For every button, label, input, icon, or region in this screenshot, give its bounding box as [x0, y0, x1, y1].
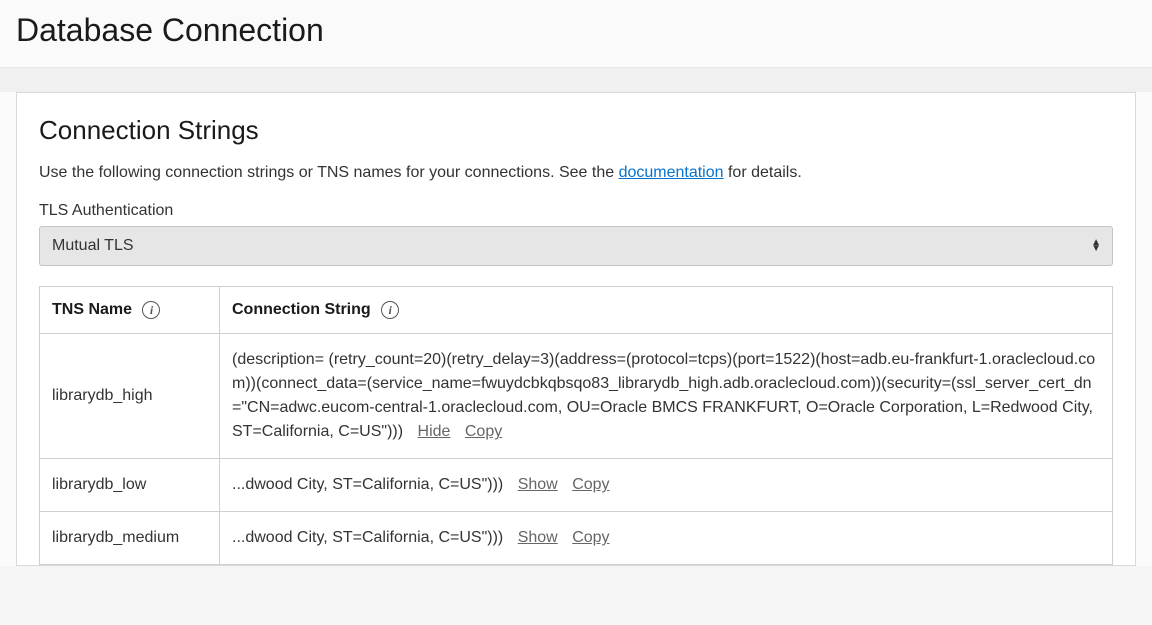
- documentation-link[interactable]: documentation: [619, 164, 724, 181]
- connection-strings-card: Connection Strings Use the following con…: [16, 92, 1136, 566]
- gap: [0, 68, 1152, 92]
- tls-auth-label: TLS Authentication: [39, 202, 1113, 220]
- copy-link[interactable]: Copy: [572, 529, 609, 546]
- conn-cell: (description= (retry_count=20)(retry_del…: [220, 334, 1113, 459]
- chevron-updown-icon: ▲▼: [1091, 240, 1101, 252]
- conn-cell: ...dwood City, ST=California, C=US"))) S…: [220, 512, 1113, 565]
- page-header: Database Connection: [0, 0, 1152, 68]
- tls-auth-select-wrap: Mutual TLS ▲▼: [39, 226, 1113, 266]
- tns-cell: librarydb_medium: [40, 512, 220, 565]
- col-header-tns: TNS Name i: [40, 287, 220, 334]
- conn-string: ...dwood City, ST=California, C=US"))): [232, 529, 503, 546]
- tls-auth-selected: Mutual TLS: [52, 237, 134, 255]
- table-row: librarydb_medium ...dwood City, ST=Calif…: [40, 512, 1113, 565]
- info-icon[interactable]: i: [142, 301, 160, 319]
- desc-pre: Use the following connection strings or …: [39, 164, 619, 181]
- col-header-tns-text: TNS Name: [52, 301, 132, 318]
- tns-cell: librarydb_low: [40, 459, 220, 512]
- section-description: Use the following connection strings or …: [39, 164, 1113, 182]
- tls-auth-select[interactable]: Mutual TLS: [39, 226, 1113, 266]
- page-title: Database Connection: [16, 12, 1136, 49]
- connection-table: TNS Name i Connection String i librarydb…: [39, 286, 1113, 565]
- tns-cell: librarydb_high: [40, 334, 220, 459]
- show-link[interactable]: Show: [518, 476, 558, 493]
- conn-cell: ...dwood City, ST=California, C=US"))) S…: [220, 459, 1113, 512]
- copy-link[interactable]: Copy: [572, 476, 609, 493]
- hide-link[interactable]: Hide: [418, 423, 451, 440]
- col-header-conn: Connection String i: [220, 287, 1113, 334]
- col-header-conn-text: Connection String: [232, 301, 371, 318]
- desc-post: for details.: [724, 164, 802, 181]
- table-row: librarydb_high (description= (retry_coun…: [40, 334, 1113, 459]
- copy-link[interactable]: Copy: [465, 423, 502, 440]
- conn-string: ...dwood City, ST=California, C=US"))): [232, 476, 503, 493]
- table-row: librarydb_low ...dwood City, ST=Californ…: [40, 459, 1113, 512]
- conn-string: (description= (retry_count=20)(retry_del…: [232, 351, 1095, 440]
- section-title: Connection Strings: [39, 115, 1113, 146]
- show-link[interactable]: Show: [518, 529, 558, 546]
- info-icon[interactable]: i: [381, 301, 399, 319]
